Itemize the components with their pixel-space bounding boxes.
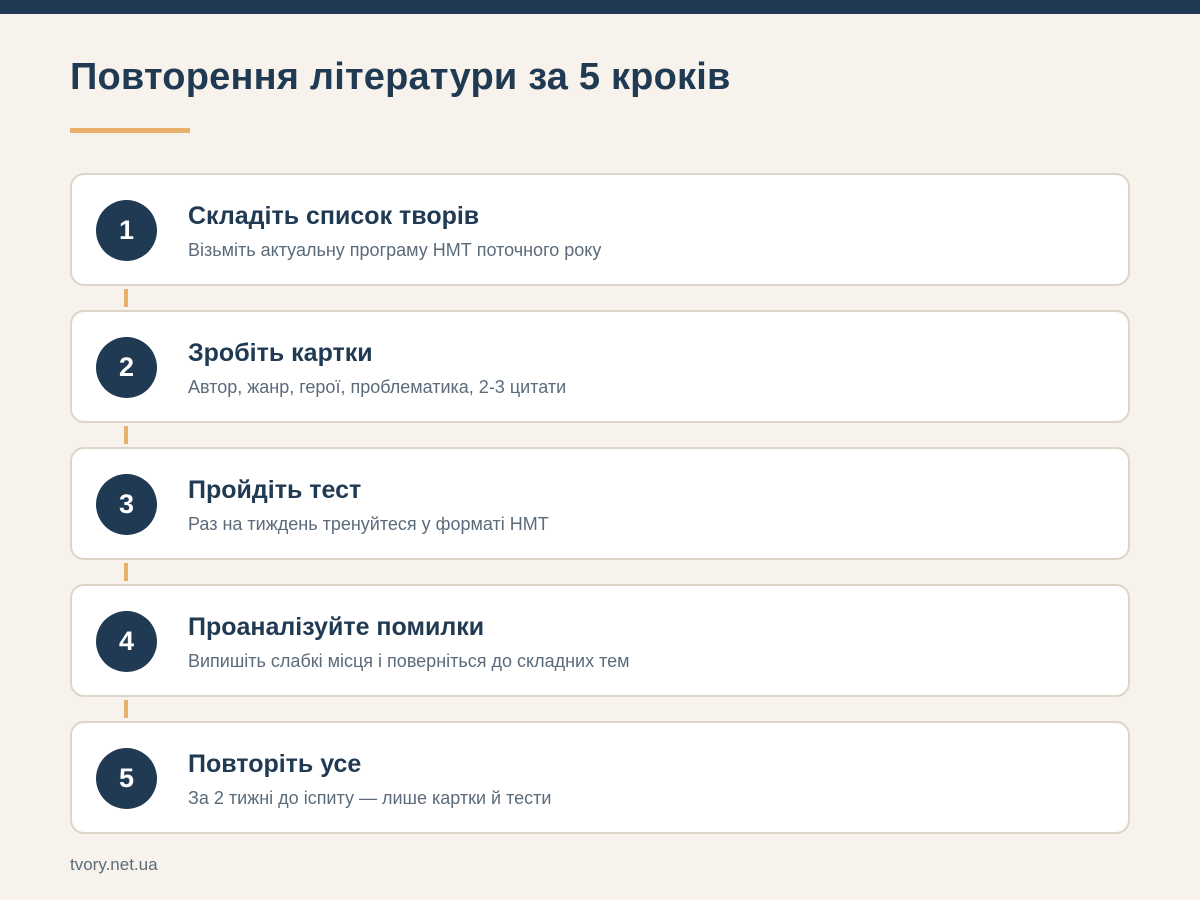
step-title: Пройдіть тест (188, 476, 362, 504)
top-accent-bar (0, 0, 1200, 14)
step-card: 3 Пройдіть тест Раз на тиждень тренуйтес… (70, 447, 1130, 560)
step-number-badge: 2 (96, 337, 157, 398)
step-description: За 2 тижні до іспиту — лише картки й тес… (188, 788, 552, 808)
source-footer: tvory.net.ua (70, 855, 158, 874)
step-card: 2 Зробіть картки Автор, жанр, герої, про… (70, 310, 1130, 423)
step-card: 1 Складіть список творів Візьміть актуал… (70, 173, 1130, 286)
step-card: 5 Повторіть усе За 2 тижні до іспиту — л… (70, 721, 1130, 834)
step-number-badge: 4 (96, 611, 157, 672)
step-title: Проаналізуйте помилки (188, 613, 485, 641)
steps-list: 1 Складіть список творів Візьміть актуал… (70, 173, 1130, 834)
page-title: Повторення літератури за 5 кроків (70, 56, 731, 98)
step-title: Повторіть усе (188, 750, 362, 778)
step-connector (124, 700, 128, 718)
step-description: Візьміть актуальну програму НМТ поточног… (188, 240, 602, 260)
step-description: Випишіть слабкі місця і поверніться до с… (188, 651, 630, 671)
step-card: 4 Проаналізуйте помилки Випишіть слабкі … (70, 584, 1130, 697)
step-title: Складіть список творів (188, 202, 480, 230)
title-underline (70, 128, 190, 133)
step-description: Автор, жанр, герої, проблематика, 2-3 ци… (188, 377, 567, 397)
step-title: Зробіть картки (188, 339, 373, 367)
step-number-badge: 1 (96, 200, 157, 261)
step-description: Раз на тиждень тренуйтеся у форматі НМТ (188, 514, 549, 534)
step-number-badge: 5 (96, 748, 157, 809)
step-number-badge: 3 (96, 474, 157, 535)
step-connector (124, 289, 128, 307)
step-connector (124, 563, 128, 581)
step-connector (124, 426, 128, 444)
